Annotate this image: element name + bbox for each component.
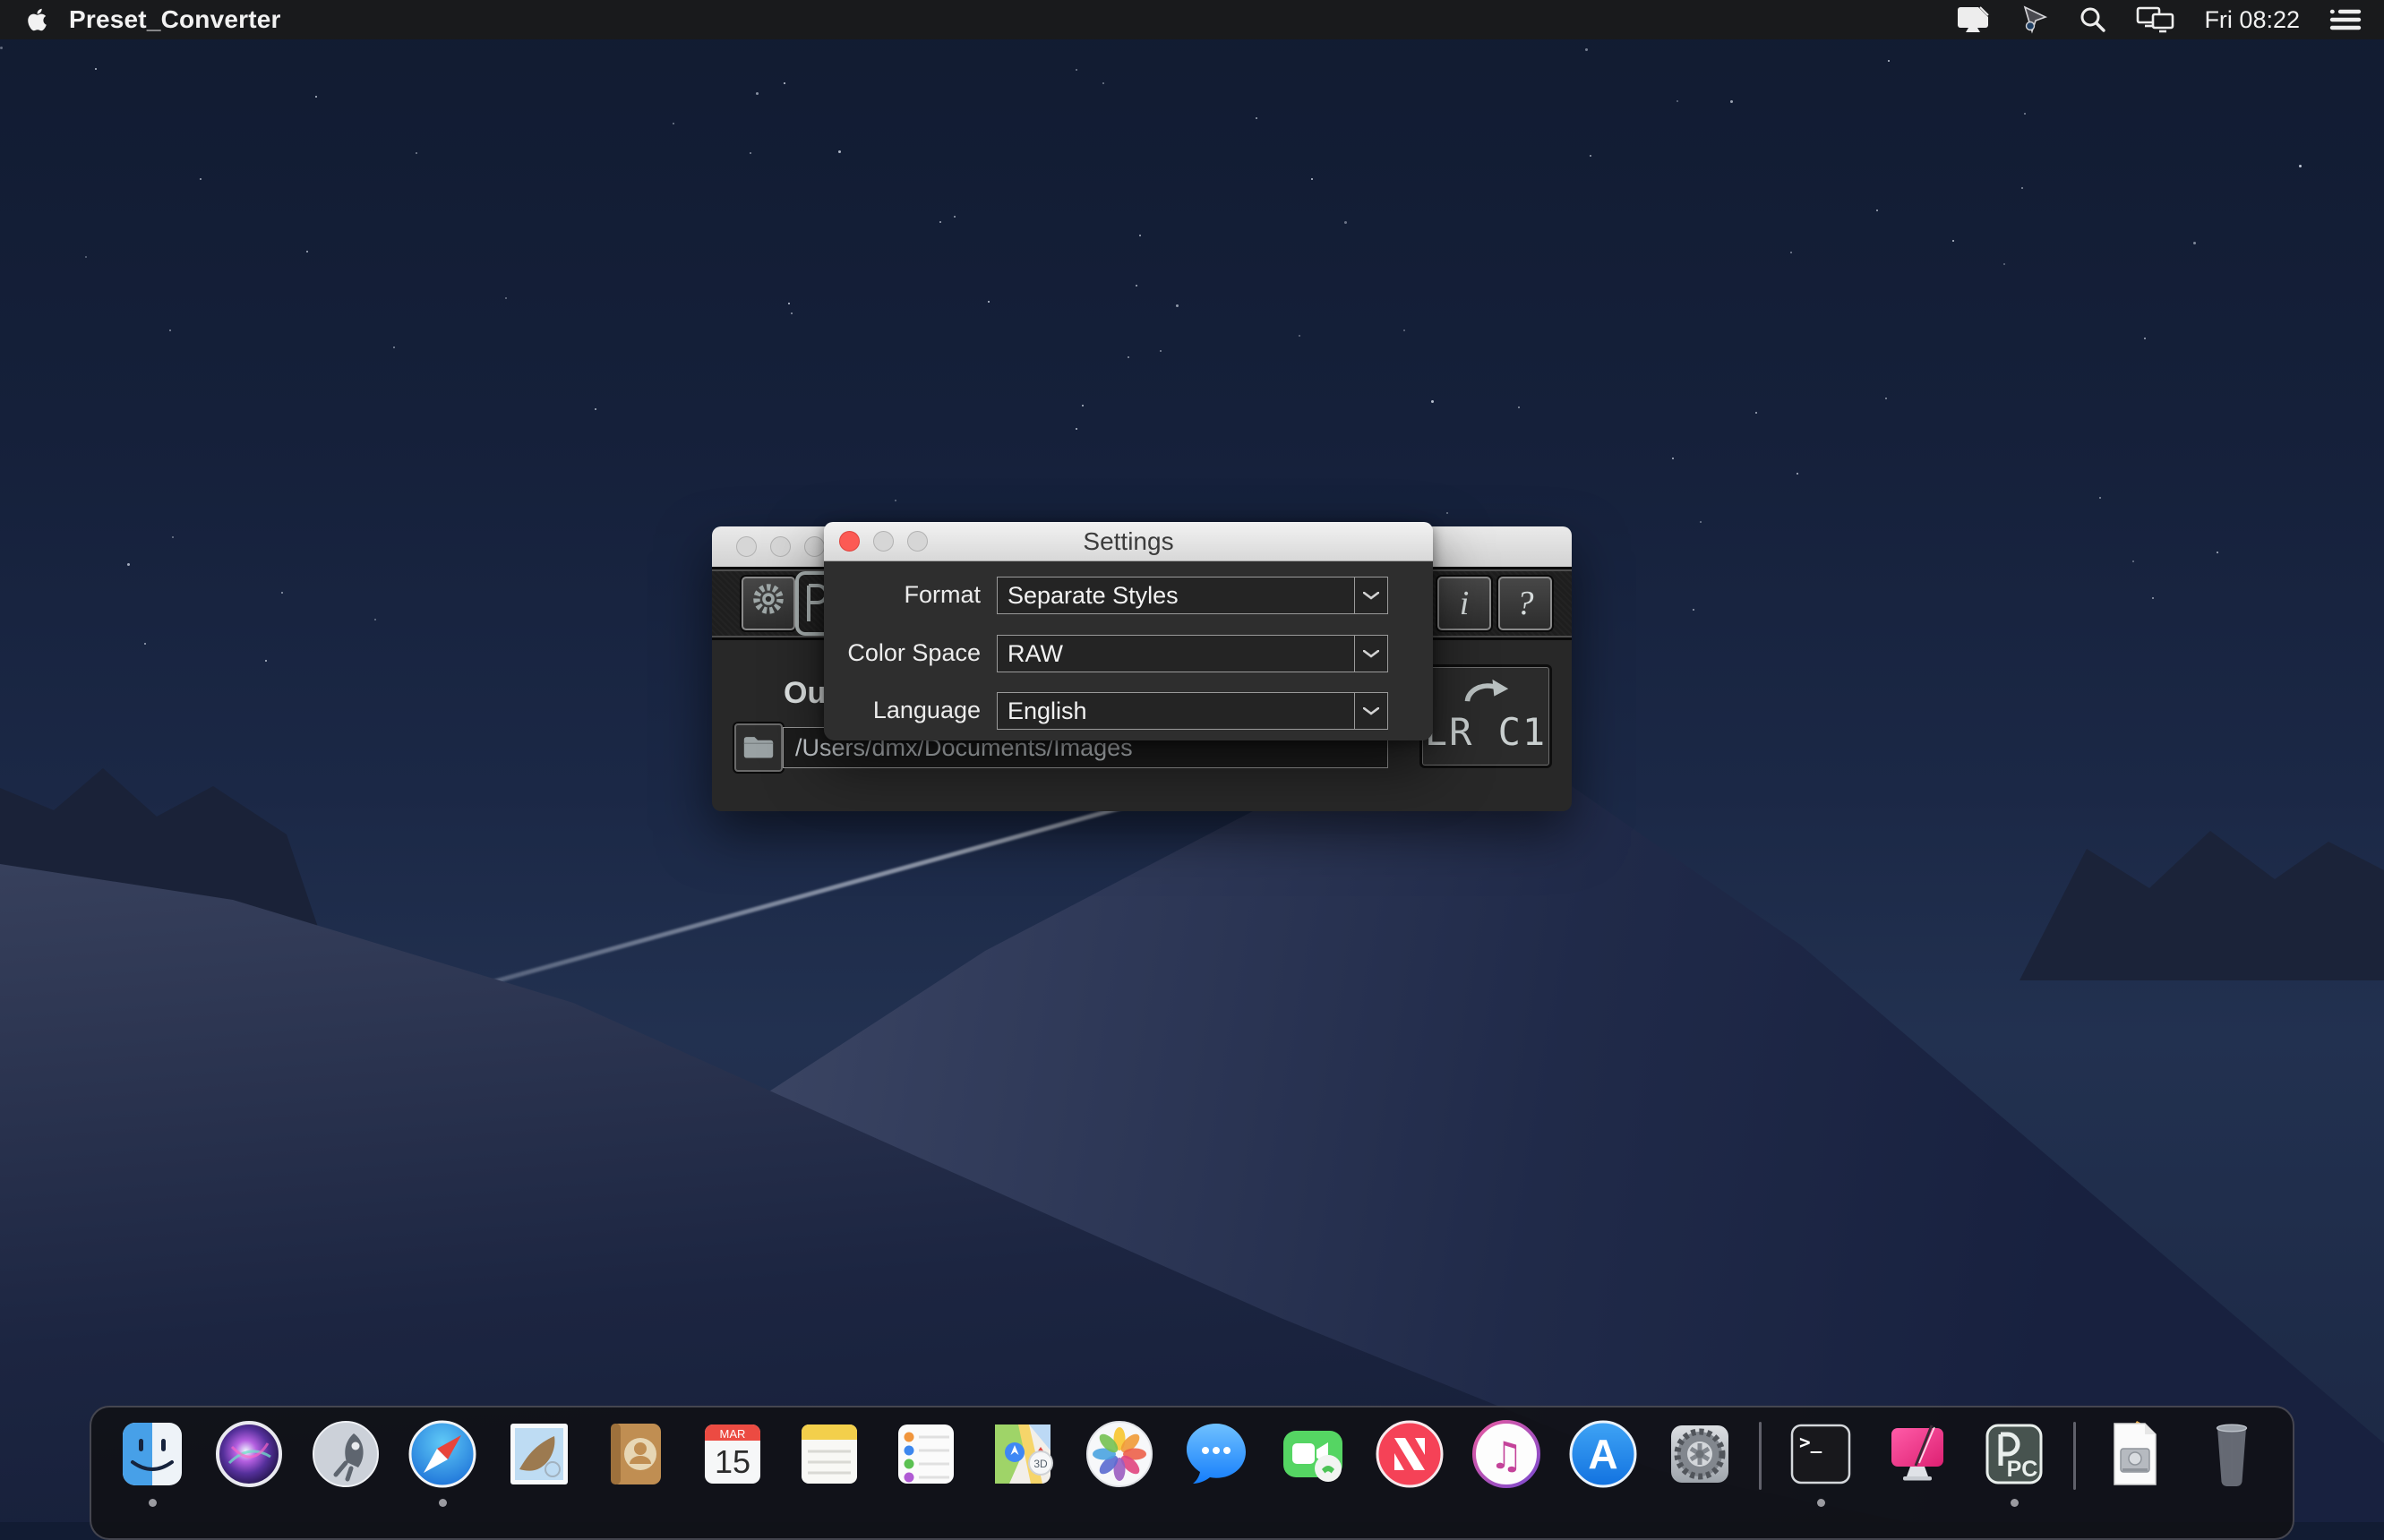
dock: MAR 15 3D ♫ A >_ PC: [90, 1406, 2294, 1540]
spotlight-search-icon[interactable]: [2079, 5, 2107, 34]
color-space-row: Color Space RAW: [824, 635, 1433, 672]
dock-item-sysprefs[interactable]: [1662, 1416, 1737, 1492]
calendar-icon: MAR 15: [705, 1424, 760, 1484]
contacts-icon: [611, 1424, 661, 1484]
dock-item-notes[interactable]: [792, 1416, 867, 1492]
siri-icon: [216, 1421, 282, 1487]
folder-icon: [741, 730, 776, 766]
format-value: Separate Styles: [1008, 581, 1179, 609]
settings-dialog: Settings Format Separate Styles Color Sp…: [824, 522, 1433, 740]
format-row: Format Separate Styles: [824, 577, 1433, 614]
minimize-button-inactive[interactable]: [770, 536, 791, 557]
dock-item-trash[interactable]: [2194, 1416, 2269, 1492]
menu-bar: Preset_Converter Fri 08:22: [0, 0, 2384, 39]
dock-item-messages[interactable]: [1179, 1416, 1254, 1492]
settings-titlebar[interactable]: Settings: [824, 522, 1433, 561]
convert-button-label: LR C1: [1424, 710, 1548, 754]
language-select[interactable]: English: [997, 692, 1388, 730]
photos-icon: [1086, 1421, 1153, 1487]
svg-text:MAR: MAR: [720, 1427, 746, 1441]
facetime-icon: [1283, 1431, 1342, 1482]
dock-item-calendar[interactable]: MAR 15: [695, 1416, 770, 1492]
dock-item-reminders[interactable]: [888, 1416, 964, 1492]
running-indicator-dot: [149, 1499, 157, 1507]
convert-arrow-icon: [1460, 679, 1512, 708]
choose-folder-button[interactable]: [734, 723, 783, 772]
dock-item-appstore[interactable]: A: [1565, 1416, 1641, 1492]
screen-mirroring-icon[interactable]: [2136, 5, 2175, 34]
running-indicator-dot: [1817, 1499, 1825, 1507]
dock-item-photos[interactable]: [1082, 1416, 1157, 1492]
dock-item-safari[interactable]: [405, 1416, 480, 1507]
convert-lr-c1-button[interactable]: LR C1: [1422, 667, 1549, 766]
format-select[interactable]: Separate Styles: [997, 577, 1388, 614]
sysprefs-icon: [1671, 1425, 1728, 1483]
messages-icon: [1187, 1424, 1246, 1484]
format-label: Format: [904, 581, 981, 608]
dock-separator: [1759, 1422, 1762, 1490]
dock-item-itunes[interactable]: ♫: [1469, 1416, 1544, 1492]
svg-text:♫: ♫: [1489, 1433, 1523, 1477]
info-icon: i: [1459, 585, 1470, 622]
notes-icon: [802, 1424, 857, 1484]
svg-text:15: 15: [715, 1443, 750, 1480]
settings-title: Settings: [1083, 526, 1174, 555]
diskimage-icon: [2114, 1421, 2157, 1485]
mail-icon: [510, 1424, 568, 1484]
apple-menu-icon[interactable]: [27, 7, 47, 32]
chevron-down-icon: [1354, 578, 1387, 613]
appstore-icon: A: [1569, 1420, 1637, 1488]
itunes-icon: ♫: [1472, 1420, 1540, 1488]
dock-item-maps[interactable]: 3D: [985, 1416, 1060, 1492]
dock-item-contacts[interactable]: [598, 1416, 673, 1492]
dock-item-finder[interactable]: [115, 1416, 190, 1507]
finder-icon: [123, 1423, 182, 1485]
dock-item-cleanmymac[interactable]: [1880, 1416, 1955, 1492]
info-button[interactable]: i: [1437, 577, 1491, 630]
dock-item-siri[interactable]: [211, 1416, 287, 1492]
safari-icon: [408, 1420, 476, 1488]
language-value: English: [1008, 697, 1087, 724]
chevron-down-icon: [1354, 693, 1387, 729]
cleanmymac-icon: [1891, 1424, 1943, 1481]
presetconverter-icon: PC: [1985, 1424, 2043, 1484]
language-row: Language English: [824, 692, 1433, 730]
svg-text:3D: 3D: [1033, 1458, 1048, 1470]
dock-item-launchpad[interactable]: [308, 1416, 383, 1492]
chevron-down-icon: [1354, 636, 1387, 672]
zoom-button-inactive[interactable]: [804, 536, 825, 557]
dock-separator: [2073, 1422, 2076, 1490]
menubar-app-name[interactable]: Preset_Converter: [69, 5, 281, 34]
maps-icon: 3D: [995, 1424, 1053, 1484]
svg-text:A: A: [1588, 1431, 1617, 1477]
launchpad-icon: [313, 1421, 379, 1487]
remote-display-icon[interactable]: [1955, 5, 1991, 34]
help-icon: ?: [1516, 585, 1534, 622]
dock-item-diskimage[interactable]: [2097, 1416, 2173, 1492]
menubar-clock[interactable]: Fri 08:22: [2204, 6, 2300, 34]
dock-item-terminal[interactable]: >_: [1783, 1416, 1858, 1507]
dock-item-news[interactable]: [1372, 1416, 1447, 1492]
notification-list-icon[interactable]: [2328, 6, 2363, 33]
color-space-value: RAW: [1008, 639, 1063, 667]
dock-item-facetime[interactable]: [1275, 1416, 1351, 1492]
color-space-label: Color Space: [847, 639, 981, 666]
help-button[interactable]: ?: [1498, 577, 1552, 630]
trash-icon: [2216, 1424, 2248, 1487]
remote-cursor-icon[interactable]: [2020, 4, 2050, 35]
terminal-icon: >_: [1790, 1424, 1851, 1484]
reminders-icon: [898, 1424, 954, 1484]
running-indicator-dot: [2011, 1499, 2019, 1507]
dock-item-presetconverter[interactable]: PC: [1977, 1416, 2052, 1507]
settings-body: Format Separate Styles Color Space RAW L…: [824, 561, 1433, 740]
color-space-select[interactable]: RAW: [997, 635, 1388, 672]
svg-text:PC: PC: [2007, 1457, 2038, 1482]
svg-text:>_: >_: [1799, 1432, 1822, 1453]
language-label: Language: [872, 697, 981, 723]
news-icon: [1376, 1420, 1444, 1488]
running-indicator-dot: [439, 1499, 447, 1507]
dock-item-mail[interactable]: [502, 1416, 577, 1492]
close-button-inactive[interactable]: [736, 536, 757, 557]
